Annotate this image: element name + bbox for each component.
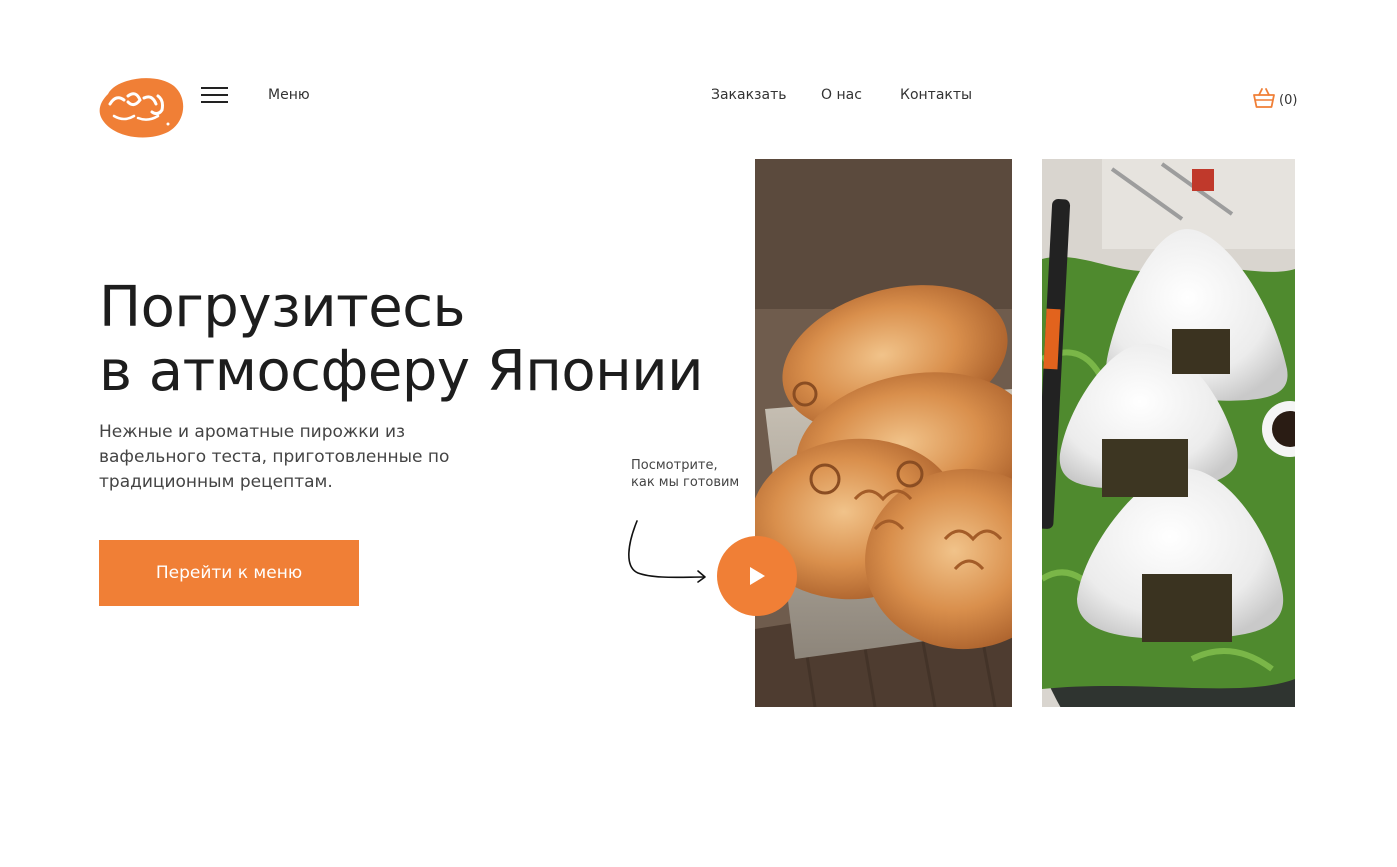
watch-caption-line-1: Посмотрите, <box>631 458 718 473</box>
nav-contacts-link[interactable]: Контакты <box>900 87 972 103</box>
watch-caption-line-2: как мы готовим <box>631 475 740 490</box>
logo[interactable] <box>98 74 184 140</box>
page: Меню Закакзать О нас Контакты (0) Погруз… <box>0 0 1397 867</box>
onigiri-photo <box>1042 159 1295 707</box>
hamburger-menu-icon[interactable] <box>201 86 228 104</box>
burger-line <box>201 87 228 89</box>
play-icon <box>750 567 765 585</box>
hero-title-line-2: в атмосферу Японии <box>99 339 704 404</box>
hero-subtitle: Нежные и ароматные пирожки из вафельного… <box>99 422 450 492</box>
burger-line <box>201 94 228 96</box>
burger-line <box>201 101 228 103</box>
watch-video-caption: Посмотрите, как мы готовим <box>631 457 761 491</box>
taiyaki-photo <box>755 159 1012 707</box>
nav-menu-link[interactable]: Меню <box>268 87 310 103</box>
onigiri-illustration <box>1042 159 1295 707</box>
basket-icon <box>1253 88 1275 108</box>
go-to-menu-button[interactable]: Перейти к меню <box>99 540 359 606</box>
cart-count: (0) <box>1279 93 1298 108</box>
hero-title-line-1: Погрузитесь <box>99 275 466 340</box>
taiyaki-illustration <box>755 159 1012 707</box>
hero-title: Погрузитесь в атмосферу Японии <box>99 276 719 404</box>
play-video-button[interactable] <box>717 536 797 616</box>
curved-arrow-icon <box>628 520 706 583</box>
nav-order-link[interactable]: Закакзать <box>711 87 786 103</box>
cart-button[interactable]: (0) <box>1253 85 1297 109</box>
nav-about-link[interactable]: О нас <box>821 87 862 103</box>
